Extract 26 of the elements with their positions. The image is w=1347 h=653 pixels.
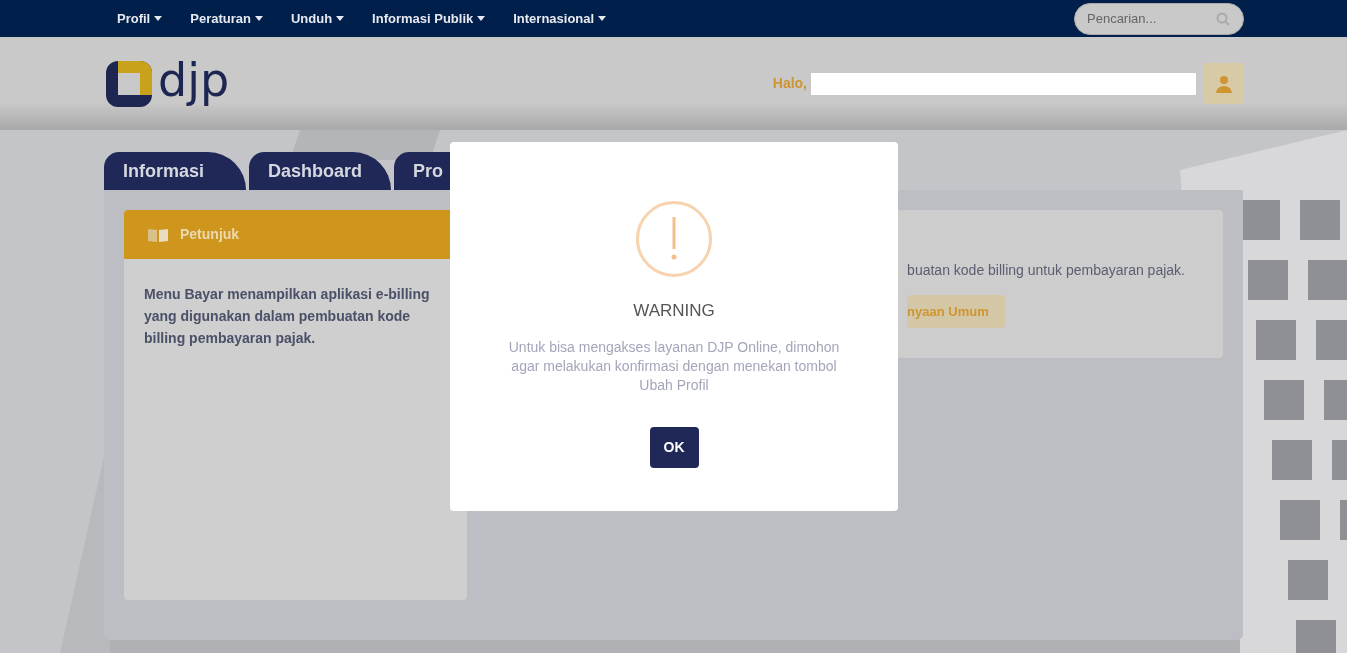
user-button[interactable] bbox=[1203, 63, 1244, 104]
logo-icon bbox=[104, 58, 154, 109]
dialog-message: Untuk bisa mengakses layanan DJP Online, dimohon agar melakukan konfirmasi dengan menekan tombol Ubah Profil bbox=[507, 337, 841, 395]
greeting-text: Halo, bbox=[772, 74, 807, 93]
nav-menu-item[interactable]: Internasional bbox=[513, 8, 607, 29]
caret-icon bbox=[154, 16, 163, 21]
tab[interactable]: Informasi bbox=[104, 152, 246, 190]
guide-title: Petunjuk bbox=[180, 225, 240, 244]
nav-menu-item[interactable]: Informasi Publik bbox=[372, 8, 486, 29]
nav-menu-item[interactable]: Unduh bbox=[290, 8, 345, 29]
caret-icon bbox=[336, 16, 345, 21]
warning-icon bbox=[636, 201, 712, 277]
nav-menu-item[interactable]: Peraturan bbox=[190, 8, 263, 29]
search-field[interactable]: Pencarian... bbox=[1074, 2, 1244, 35]
dialog-title: WARNING bbox=[633, 300, 715, 322]
caret-icon bbox=[477, 16, 486, 21]
search-icon bbox=[1216, 11, 1230, 26]
tab[interactable]: Dashboard bbox=[249, 152, 391, 190]
caret-icon bbox=[254, 16, 263, 21]
caret-icon bbox=[598, 16, 607, 21]
guide-text: Menu Bayar menampilkan aplikasi e-billing yang digunakan dalam pembuatan kode billing pembayaran pajak. bbox=[143, 285, 431, 348]
user-icon bbox=[1214, 74, 1233, 93]
ok-button[interactable]: OK bbox=[649, 426, 699, 468]
nav-menu-item[interactable]: Profil bbox=[117, 8, 163, 29]
info-text: buatan kode billing untuk pembayaran pajak. bbox=[907, 261, 1186, 280]
book-icon bbox=[148, 227, 168, 242]
